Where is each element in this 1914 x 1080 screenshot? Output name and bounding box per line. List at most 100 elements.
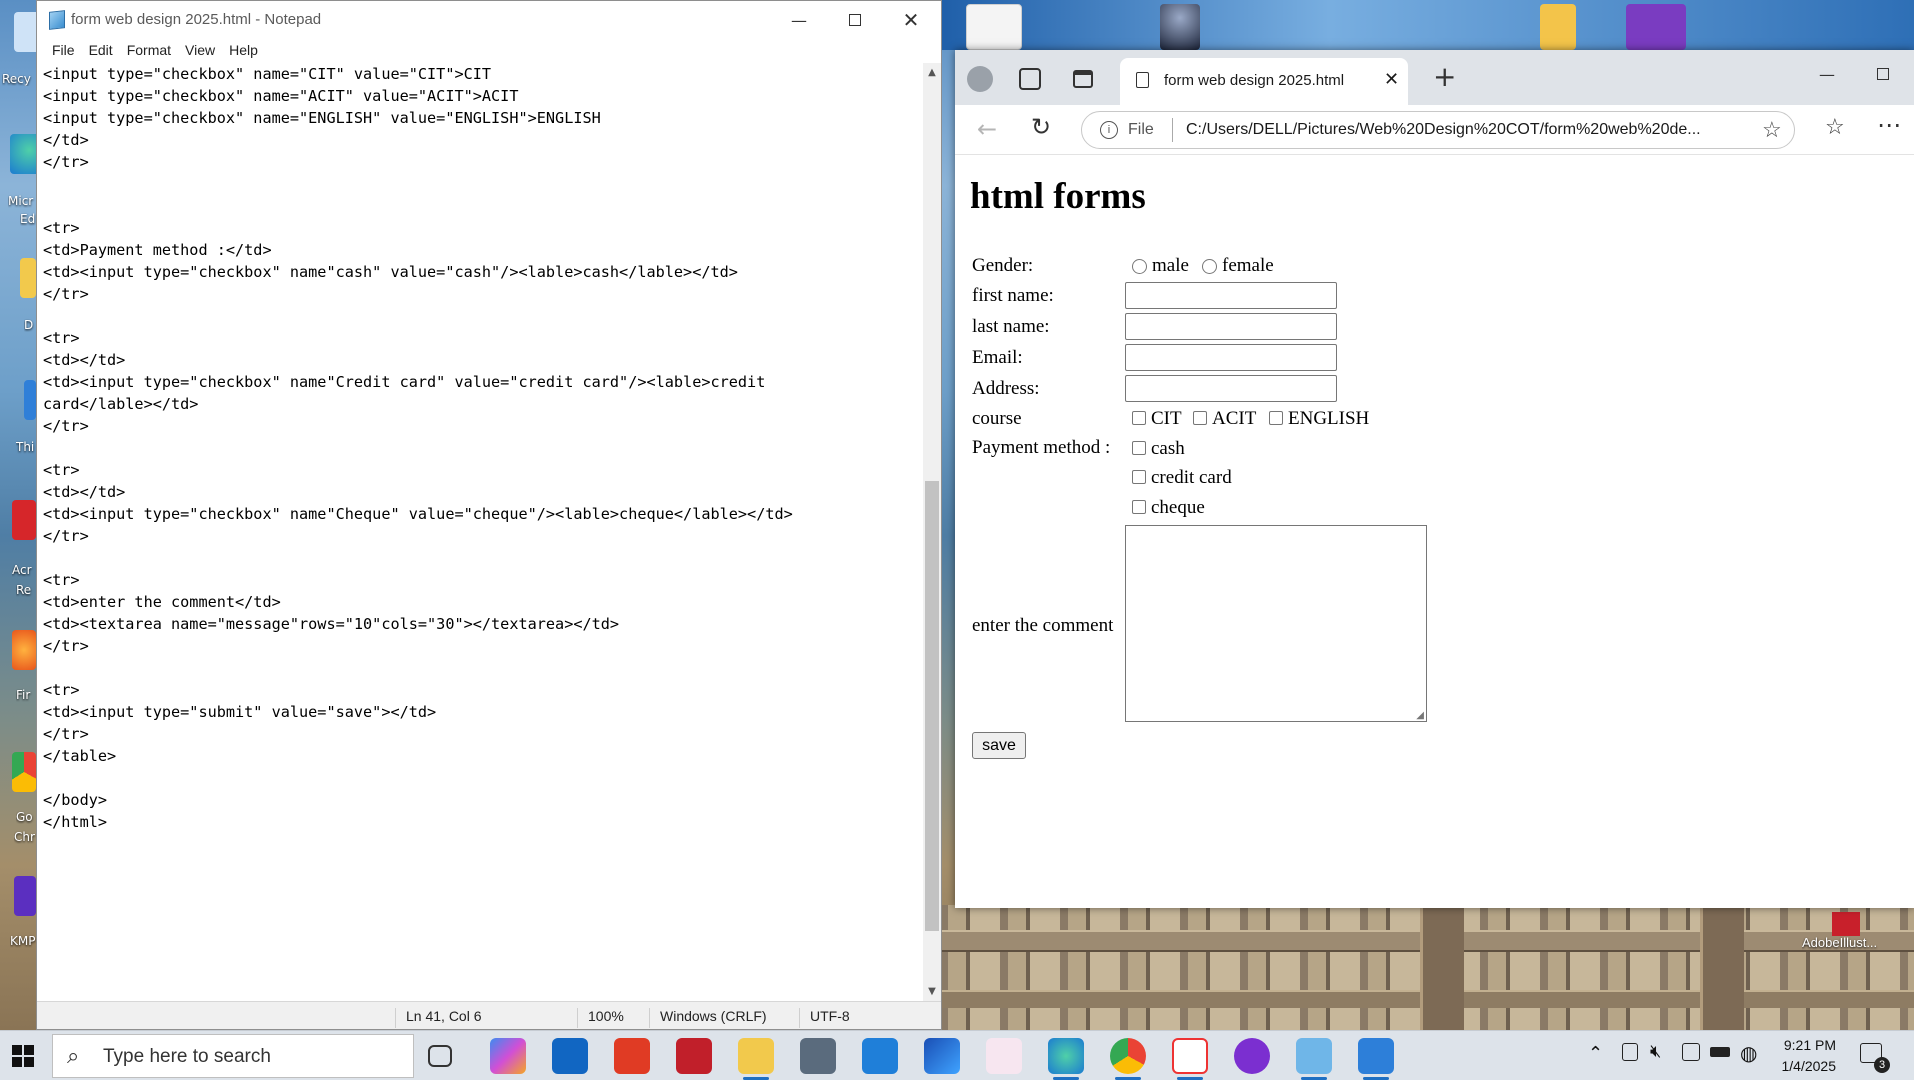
address-bar[interactable]: i File C:/Users/DELL/Pictures/Web%20Desi… (1081, 111, 1795, 149)
code-line: <td><input type="checkbox" name"Credit c… (43, 373, 766, 391)
desktop-label: Acr (12, 563, 32, 577)
browser-tab-active[interactable]: form web design 2025.html ✕ (1120, 58, 1408, 105)
cheque-checkbox[interactable] (1132, 500, 1146, 514)
visual-studio-desktop-icon[interactable] (1626, 4, 1686, 50)
refresh-icon[interactable]: ↻ (1031, 113, 1051, 141)
start-button[interactable] (12, 1045, 34, 1067)
male-radio[interactable] (1132, 259, 1147, 274)
meet-now-icon[interactable] (1622, 1043, 1638, 1061)
notepad-scroll-thumb[interactable] (925, 481, 939, 931)
scroll-down-icon[interactable]: ▼ (923, 986, 941, 997)
notepad-window: form web design 2025.html - Notepad — ✕ … (36, 0, 942, 1030)
desktop-label: Go (16, 810, 33, 824)
clock-date[interactable]: 1/4/2025 (1768, 1058, 1837, 1074)
network-icon[interactable] (1682, 1043, 1700, 1061)
language-globe-icon[interactable]: ◍ (1740, 1041, 1757, 1066)
first-name-field[interactable] (1125, 282, 1337, 309)
chrome-taskbar-icon[interactable] (1110, 1038, 1146, 1074)
chrome-shortcut-icon[interactable] (12, 752, 36, 792)
notepad-text-area[interactable]: <input type="checkbox" name="CIT" value=… (43, 63, 957, 1001)
notepad-taskbar-icon[interactable] (1296, 1038, 1332, 1074)
profile-avatar[interactable] (967, 66, 993, 92)
last-name-label: last name: (972, 316, 1050, 337)
code-line: </html> (43, 813, 108, 831)
kmplayer-shortcut-icon[interactable] (14, 876, 36, 916)
credit-card-checkbox[interactable] (1132, 470, 1146, 484)
notepad-titlebar[interactable]: form web design 2025.html - Notepad — ✕ (37, 1, 941, 39)
copilot-taskbar-icon[interactable] (490, 1038, 526, 1074)
resize-handle-icon[interactable]: ◢ (1416, 710, 1424, 721)
menu-format[interactable]: Format (120, 39, 178, 63)
more-options-icon[interactable]: ⋯ (1877, 111, 1901, 139)
acit-checkbox[interactable] (1193, 411, 1207, 425)
address-field[interactable] (1125, 375, 1337, 402)
firefox-shortcut-icon[interactable] (12, 630, 36, 670)
browser-minimize-button[interactable]: — (1799, 50, 1855, 98)
credit-card-option-label: credit card (1151, 467, 1232, 488)
info-icon[interactable]: i (1100, 121, 1118, 139)
folder-desktop-icon[interactable] (1540, 4, 1576, 50)
code-line: <td><input type="submit" value="save"></… (43, 703, 437, 721)
mail-taskbar-icon[interactable] (862, 1038, 898, 1074)
english-checkbox[interactable] (1269, 411, 1283, 425)
minimize-button[interactable]: — (771, 1, 827, 39)
close-tab-icon[interactable]: ✕ (1384, 69, 1399, 90)
back-arrow-icon[interactable]: ← (977, 115, 997, 143)
scroll-up-icon[interactable]: ▲ (923, 67, 941, 78)
code-line: <tr> (43, 571, 80, 589)
ecu-website-taskbar-icon[interactable] (676, 1038, 712, 1074)
code-line: <input type="checkbox" name="ACIT" value… (43, 87, 519, 105)
save-button[interactable]: save (972, 732, 1026, 759)
wallpaper-sky (940, 0, 1914, 50)
desktop-label: Recy (2, 72, 31, 86)
page-heading: html forms (970, 176, 1146, 217)
comment-textarea[interactable]: ◢ (1125, 525, 1427, 722)
address-label: Address: (972, 378, 1040, 399)
yandex-taskbar-icon[interactable] (1172, 1038, 1208, 1074)
illustrator-desktop-icon[interactable] (1832, 912, 1860, 936)
app-taskbar-icon-purple[interactable] (1234, 1038, 1270, 1074)
outlook-taskbar-icon[interactable] (552, 1038, 588, 1074)
menu-help[interactable]: Help (222, 39, 265, 63)
show-hidden-icons-icon[interactable]: ⌃ (1588, 1043, 1603, 1064)
code-line: <input type="checkbox" name="CIT" value=… (43, 65, 492, 83)
image-desktop-icon[interactable] (1160, 4, 1200, 50)
volume-muted-icon[interactable]: 🔇︎ (1650, 1041, 1661, 1062)
favorites-icon[interactable]: ☆ (1825, 115, 1845, 140)
notification-count-badge: 3 (1874, 1057, 1890, 1073)
collections-icon[interactable] (1019, 68, 1041, 90)
browser-toolbar: ← ↻ i File C:/Users/DELL/Pictures/Web%20… (955, 105, 1914, 155)
maximize-button[interactable] (827, 1, 883, 39)
clock-time[interactable]: 9:21 PM (1776, 1037, 1836, 1053)
cit-checkbox[interactable] (1132, 411, 1146, 425)
azure-taskbar-icon[interactable] (924, 1038, 960, 1074)
favorite-star-icon[interactable]: ☆ (1762, 117, 1782, 143)
taskbar-search-box[interactable]: ⌕ Type here to search (52, 1034, 414, 1078)
calculator-taskbar-icon[interactable] (800, 1038, 836, 1074)
search-placeholder: Type here to search (103, 1046, 271, 1067)
acrobat-shortcut-icon[interactable] (12, 500, 36, 540)
last-name-field[interactable] (1125, 313, 1337, 340)
battery-icon[interactable] (1710, 1047, 1730, 1057)
document-desktop-icon[interactable] (966, 4, 1022, 50)
menu-file[interactable]: File (45, 39, 82, 63)
address-divider (1172, 118, 1173, 142)
app-taskbar-icon[interactable] (614, 1038, 650, 1074)
photos-taskbar-icon[interactable] (1358, 1038, 1394, 1074)
file-explorer-taskbar-icon[interactable] (738, 1038, 774, 1074)
edge-taskbar-icon[interactable] (1048, 1038, 1084, 1074)
pc-shortcut-icon[interactable] (24, 380, 36, 420)
close-button[interactable]: ✕ (883, 1, 939, 39)
cash-checkbox[interactable] (1132, 441, 1146, 455)
browser-maximize-button[interactable] (1855, 50, 1911, 98)
tab-actions-icon[interactable] (1073, 70, 1093, 88)
menu-view[interactable]: View (178, 39, 222, 63)
snipping-tool-taskbar-icon[interactable] (986, 1038, 1022, 1074)
female-radio[interactable] (1202, 259, 1217, 274)
new-tab-icon[interactable]: + (1433, 60, 1456, 93)
folder-shortcut-icon[interactable] (20, 258, 36, 298)
task-view-icon[interactable] (428, 1045, 452, 1067)
menu-edit[interactable]: Edit (82, 39, 120, 63)
email-field[interactable] (1125, 344, 1337, 371)
code-line: <input type="checkbox" name="ENGLISH" va… (43, 109, 601, 127)
